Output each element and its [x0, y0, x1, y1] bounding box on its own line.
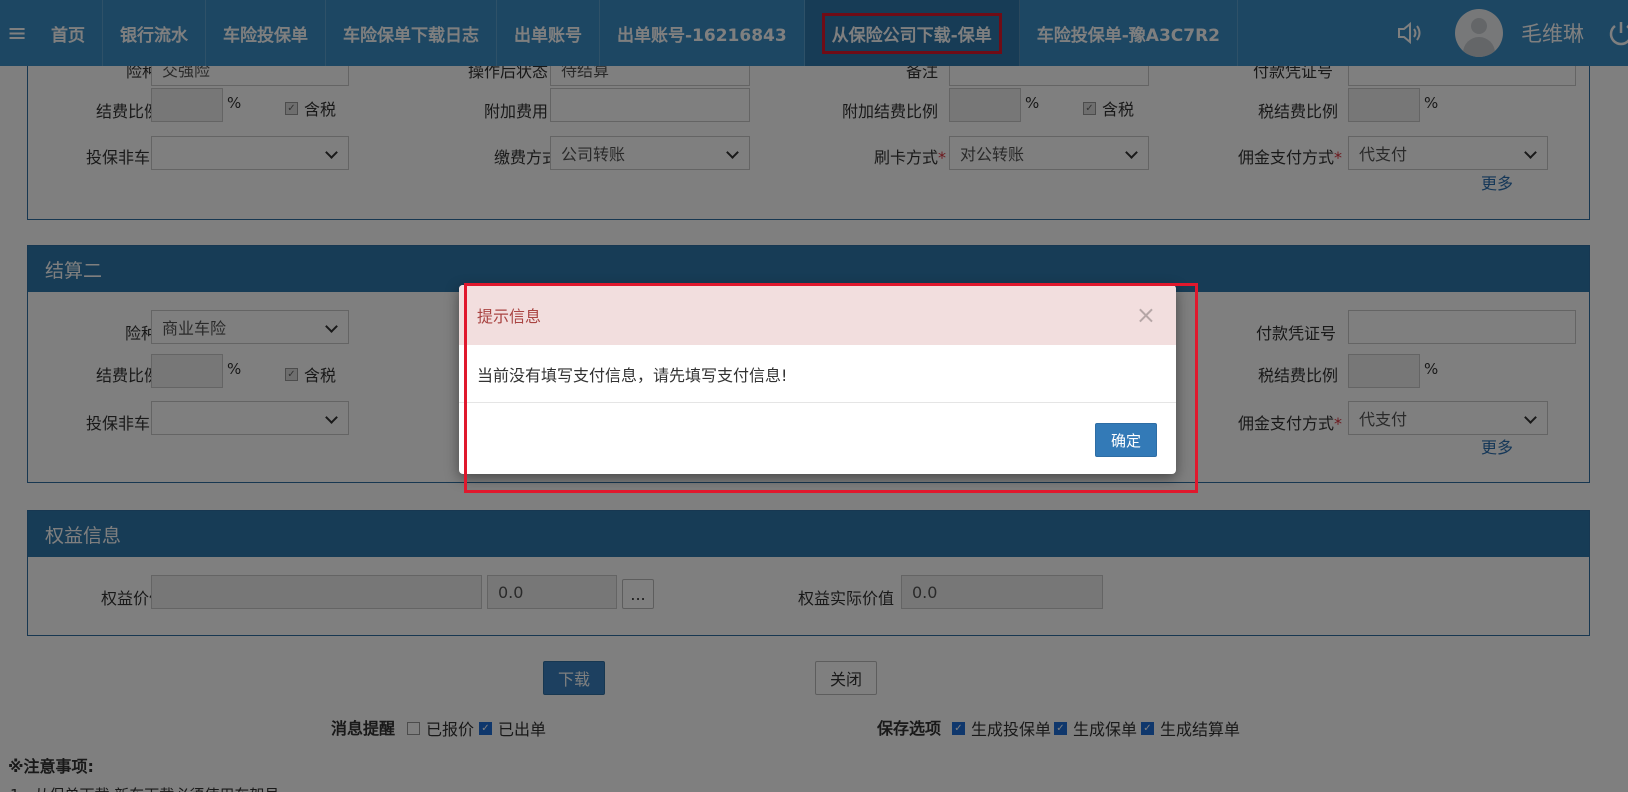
dialog-footer: 确定 [459, 403, 1176, 474]
confirm-button[interactable]: 确定 [1095, 423, 1157, 457]
dialog-message: 当前没有填写支付信息，请先填写支付信息! [459, 345, 1176, 403]
dialog-title: 提示信息 [477, 307, 542, 326]
alert-dialog: 提示信息 × 当前没有填写支付信息，请先填写支付信息! 确定 [459, 285, 1176, 474]
dialog-header: 提示信息 × [459, 285, 1176, 345]
close-icon[interactable]: × [1136, 301, 1156, 329]
